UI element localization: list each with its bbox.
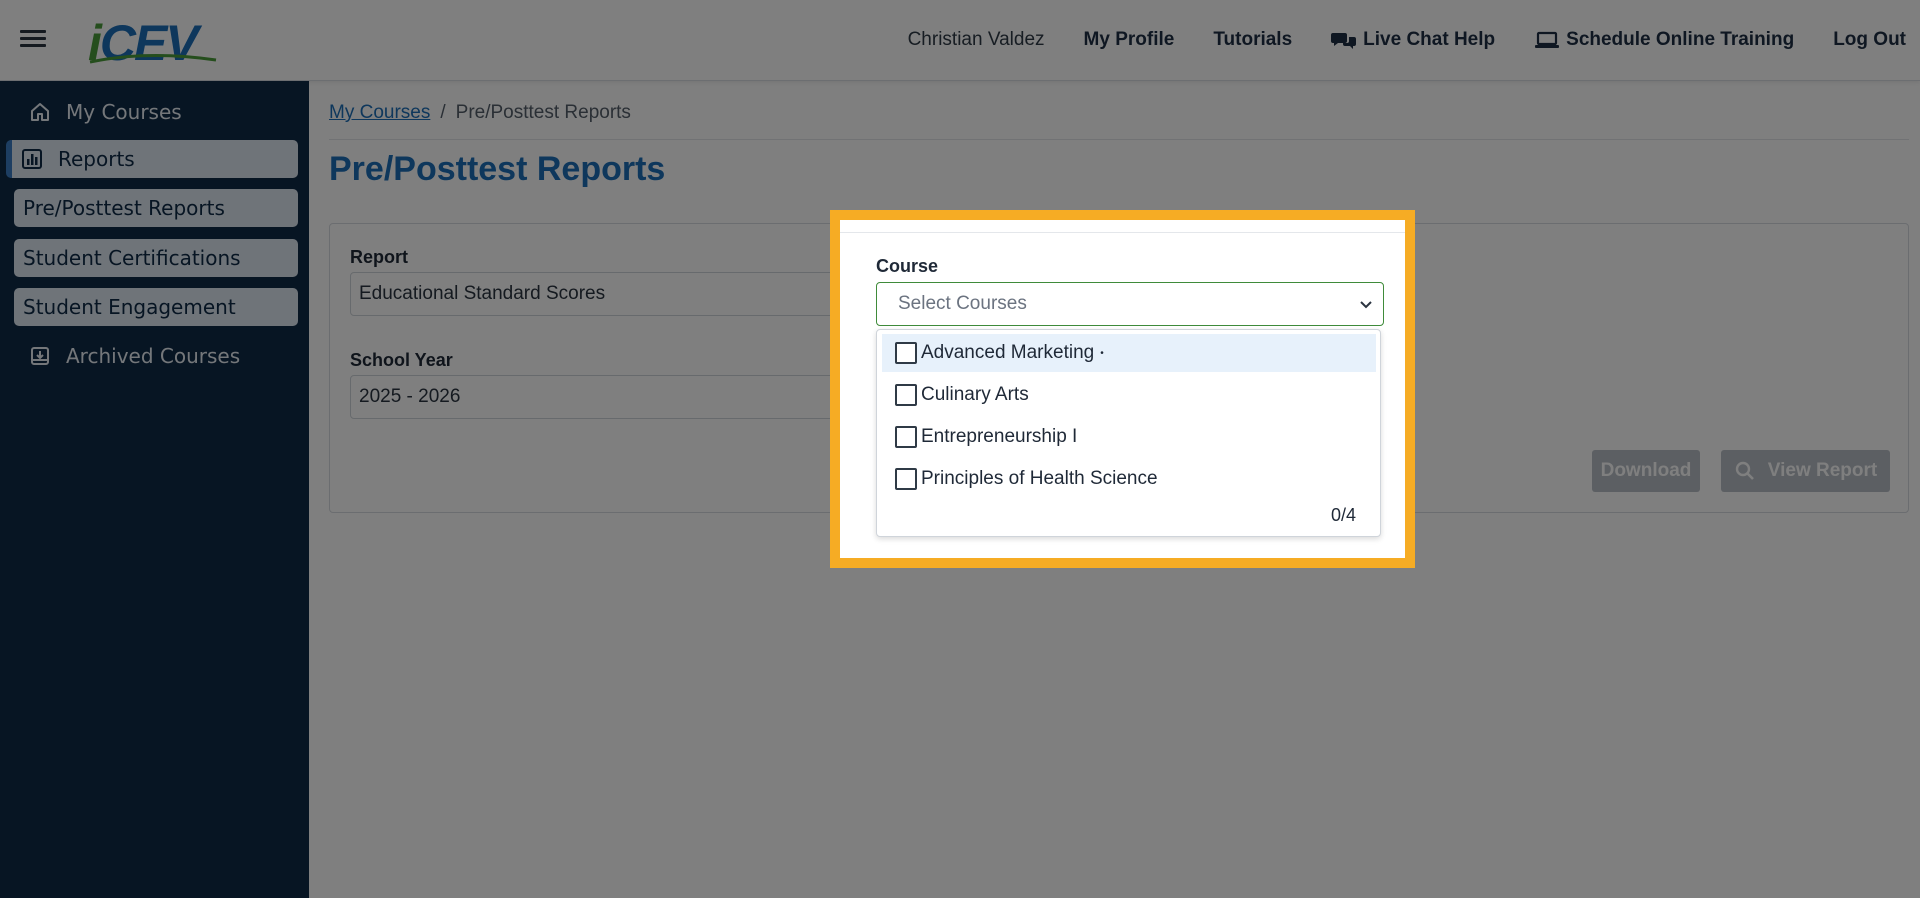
course-option-culinary-arts[interactable]: Culinary Arts — [882, 376, 1376, 414]
course-dropdown: Advanced Marketing • Culinary Arts Entre… — [876, 329, 1381, 537]
checkbox[interactable] — [895, 468, 917, 490]
course-option-principles-of-health-science[interactable]: Principles of Health Science — [882, 460, 1376, 498]
course-option-label: Entrepreneurship I — [921, 426, 1078, 447]
course-select[interactable]: Select Courses — [876, 282, 1384, 326]
course-option-label: Advanced Marketing — [921, 342, 1095, 363]
chevron-down-icon — [1360, 301, 1372, 309]
checkbox[interactable] — [895, 384, 917, 406]
course-select-placeholder: Select Courses — [898, 293, 1027, 314]
selected-count: 0/4 — [1330, 505, 1356, 525]
checkbox[interactable] — [895, 426, 917, 448]
course-option-label: Culinary Arts — [921, 384, 1029, 405]
course-option-advanced-marketing[interactable]: Advanced Marketing • — [882, 334, 1376, 372]
course-option-entrepreneurship-i[interactable]: Entrepreneurship I — [882, 418, 1376, 456]
course-option-label: Principles of Health Science — [921, 468, 1158, 489]
checkbox[interactable] — [895, 342, 917, 364]
card-top-edge — [840, 220, 1405, 233]
course-label: Course — [876, 256, 939, 276]
option-marker: • — [1100, 347, 1104, 359]
course-selector-highlight: Course Select Courses Advanced Marketing… — [830, 210, 1415, 568]
